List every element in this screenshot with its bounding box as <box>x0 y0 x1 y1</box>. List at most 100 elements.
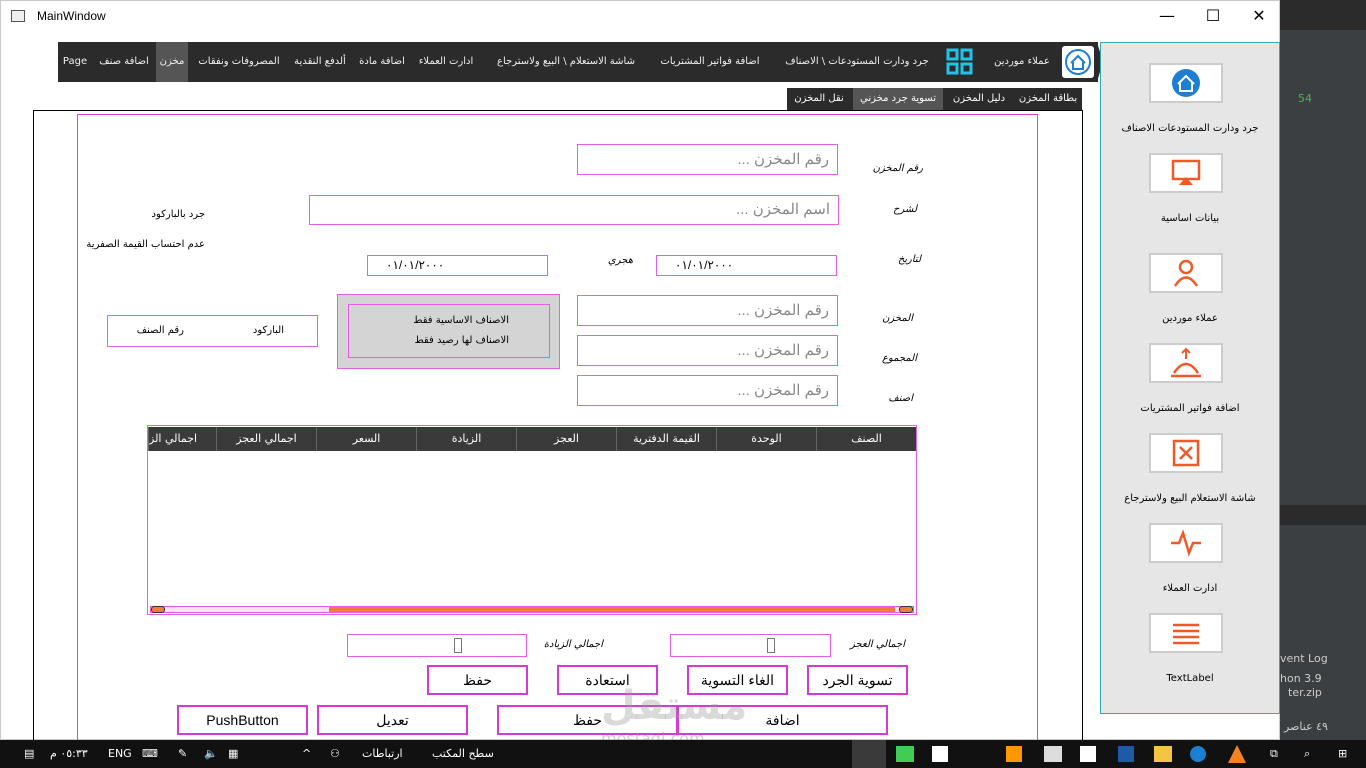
nav-item-add-item[interactable]: اضافة صنف <box>94 42 154 82</box>
close-button[interactable]: ✕ <box>1236 1 1282 32</box>
app-explorer-icon[interactable] <box>1154 746 1172 762</box>
task-view-icon[interactable]: ⧉ <box>1270 740 1278 768</box>
nav-item-query-sales[interactable]: شاشة الاستعلام \ البيع ولاسترجاع <box>482 42 650 82</box>
barcode-count-checkbox[interactable]: جرد بالباركود <box>129 209 205 220</box>
nav-item-cash-payment[interactable]: ألدفع النقدية <box>288 42 352 82</box>
hijri-date-input[interactable]: ٠١/٠١/٢٠٠٠ <box>367 255 548 276</box>
tab-inventory-settlement[interactable]: تسوية جرد مخزني <box>853 88 943 110</box>
ide-items: ٤٩ عناصر <box>1284 720 1328 733</box>
app-store-icon[interactable] <box>1080 746 1096 762</box>
nav-item-page[interactable]: Page <box>60 42 90 82</box>
date-label: لتاريخ <box>897 254 921 265</box>
col-total-increase: اجمالي الز <box>148 427 216 451</box>
save-top-button[interactable]: حفظ <box>427 665 528 695</box>
sidebar-label-query: شاشة الاستعلام البيع ولاسترجاع <box>1124 493 1256 504</box>
keyboard-icon[interactable]: ⌨ <box>142 740 158 768</box>
sidebar-customer-admin-button[interactable] <box>1149 523 1223 563</box>
nav-item-inventory[interactable]: جرد ودارت المستودعات \ الاصناف <box>776 42 938 82</box>
network-icon[interactable]: ▦ <box>228 740 238 768</box>
window-title: MainWindow <box>37 9 106 23</box>
edit-button[interactable]: تعديل <box>317 705 468 735</box>
app-mail-icon[interactable] <box>1044 746 1062 762</box>
app-word-icon[interactable] <box>1118 746 1134 762</box>
language-indicator[interactable]: ENG <box>108 740 132 768</box>
sidebar-label-customer-admin: ادارت العملاء <box>1162 583 1218 594</box>
scroll-left-icon[interactable] <box>151 606 165 613</box>
barcode-radio[interactable]: الباركود <box>248 325 284 336</box>
sidebar-purchases-button[interactable] <box>1149 343 1223 383</box>
app-sublime-icon[interactable] <box>1006 746 1022 762</box>
start-icon[interactable]: ⊞ <box>1338 740 1347 768</box>
sidebar-label-inventory: جرد ودارت المستودعات الاصناف <box>1121 123 1259 134</box>
search-icon[interactable]: ⌕ <box>1304 740 1310 768</box>
total-deficit-input[interactable] <box>670 634 831 657</box>
item-label: اصنف <box>888 393 913 404</box>
sidebar-menu-button[interactable] <box>1149 613 1223 653</box>
ide-python: hon 3.9 <box>1280 672 1322 685</box>
notification-icon[interactable]: ▤ <box>24 740 42 768</box>
pen-icon[interactable]: ✎ <box>178 740 187 768</box>
watermark-logo: مستقل <box>601 683 748 729</box>
store-number-input[interactable]: رقم المخزن ... <box>577 144 838 175</box>
volume-icon[interactable]: 🔈 <box>204 740 218 768</box>
items-with-balance-checkbox[interactable]: الاصناف لها رصيد فقط <box>349 335 509 346</box>
table-header: الصنف الوحدة القيمة الدفترية العجز الزيا… <box>148 427 916 451</box>
sidebar-customers-button[interactable] <box>1149 253 1223 293</box>
main-window: MainWindow — ☐ ✕ عملاء موردين جرد ودارت … <box>0 0 1282 748</box>
sidebar-home-button[interactable] <box>1149 63 1223 103</box>
col-item: الصنف <box>816 427 916 451</box>
horizontal-scrollbar[interactable] <box>150 606 914 613</box>
nav-item-customers[interactable]: عملاء موردين <box>988 42 1056 82</box>
store-input[interactable]: رقم المخزن ... <box>577 295 838 326</box>
col-price: السعر <box>316 427 416 451</box>
desktop-toolbar[interactable]: سطح المكتب <box>432 740 494 768</box>
store-label: المخزن <box>882 313 913 324</box>
col-unit: الوحدة <box>716 427 816 451</box>
total-increase-input[interactable] <box>347 634 527 657</box>
grid-icon <box>946 48 974 76</box>
home-nav-icon[interactable] <box>1062 46 1094 78</box>
app-vlc-icon[interactable] <box>1228 745 1246 763</box>
ide-check-count: 54 <box>1298 92 1312 105</box>
col-deficit: العجز <box>516 427 616 451</box>
basic-items-only-checkbox[interactable]: الاصناف الاساسية فقط <box>349 315 509 326</box>
push-button[interactable]: PushButton <box>177 705 308 735</box>
tab-bar: بطاقة المخزن دليل المخزن تسوية جرد مخزني… <box>787 88 1082 110</box>
store-name-input[interactable]: اسم المخزن ... <box>309 195 839 225</box>
sidebar-basic-data-button[interactable] <box>1149 153 1223 193</box>
scroll-right-icon[interactable] <box>899 606 913 613</box>
col-total-deficit: اجمالي العجز <box>216 427 316 451</box>
nav-item-customers-admin[interactable]: ادارت العملاء <box>414 42 478 82</box>
app-qt-icon[interactable] <box>896 746 914 762</box>
nav-item-store[interactable]: مخزن <box>156 42 188 82</box>
group-input[interactable]: رقم المخزن ... <box>577 335 838 366</box>
nav-item-add-material[interactable]: اضافة مادة <box>354 42 410 82</box>
chevron-up-icon[interactable]: ^ <box>302 740 311 768</box>
tab-store-transfer[interactable]: نقل المخزن <box>787 88 851 110</box>
clock[interactable]: ٠٥:٣٣ م <box>50 740 88 768</box>
sidebar-query-button[interactable] <box>1149 433 1223 473</box>
nav-item-purchases[interactable]: اضافة فواتير المشتريات <box>652 42 768 82</box>
scrollbar-thumb[interactable] <box>329 607 895 612</box>
item-input[interactable]: رقم المخزن ... <box>577 375 838 406</box>
background-ide: 54 vent Log hon 3.9 ter.zip ٤٩ عناصر <box>1280 0 1366 740</box>
inventory-table: الصنف الوحدة القيمة الدفترية العجز الزيا… <box>147 425 917 615</box>
people-icon[interactable]: ⚇ <box>330 740 340 768</box>
ide-event-log: vent Log <box>1280 652 1328 665</box>
store-number-label: رقم المخزن <box>872 163 923 174</box>
tab-store-guide[interactable]: دليل المخزن <box>945 88 1013 110</box>
app-pycharm-icon[interactable] <box>932 746 948 762</box>
minimize-button[interactable]: — <box>1144 1 1190 32</box>
no-zero-value-checkbox[interactable]: عدم احتساب القيمة الصفرية <box>77 239 205 250</box>
sidebar-label-customers: عملاء موردين <box>1162 313 1218 324</box>
settle-inventory-button[interactable]: تسوية الجرد <box>807 665 908 695</box>
app-edge-icon[interactable] <box>1190 746 1206 762</box>
app-python-icon[interactable] <box>852 740 886 768</box>
nav-item-expenses[interactable]: المصروفات ونفقات <box>194 42 284 82</box>
sidebar-label-purchases: اضافة فواتير المشتريات <box>1140 403 1240 414</box>
item-number-radio[interactable]: رقم الصنف <box>128 325 184 336</box>
tab-store-card[interactable]: بطاقة المخزن <box>1015 88 1081 110</box>
links-toolbar[interactable]: ارتباطات <box>362 740 403 768</box>
maximize-button[interactable]: ☐ <box>1190 1 1236 32</box>
date-input[interactable]: ٠١/٠١/٢٠٠٠ <box>656 255 837 276</box>
